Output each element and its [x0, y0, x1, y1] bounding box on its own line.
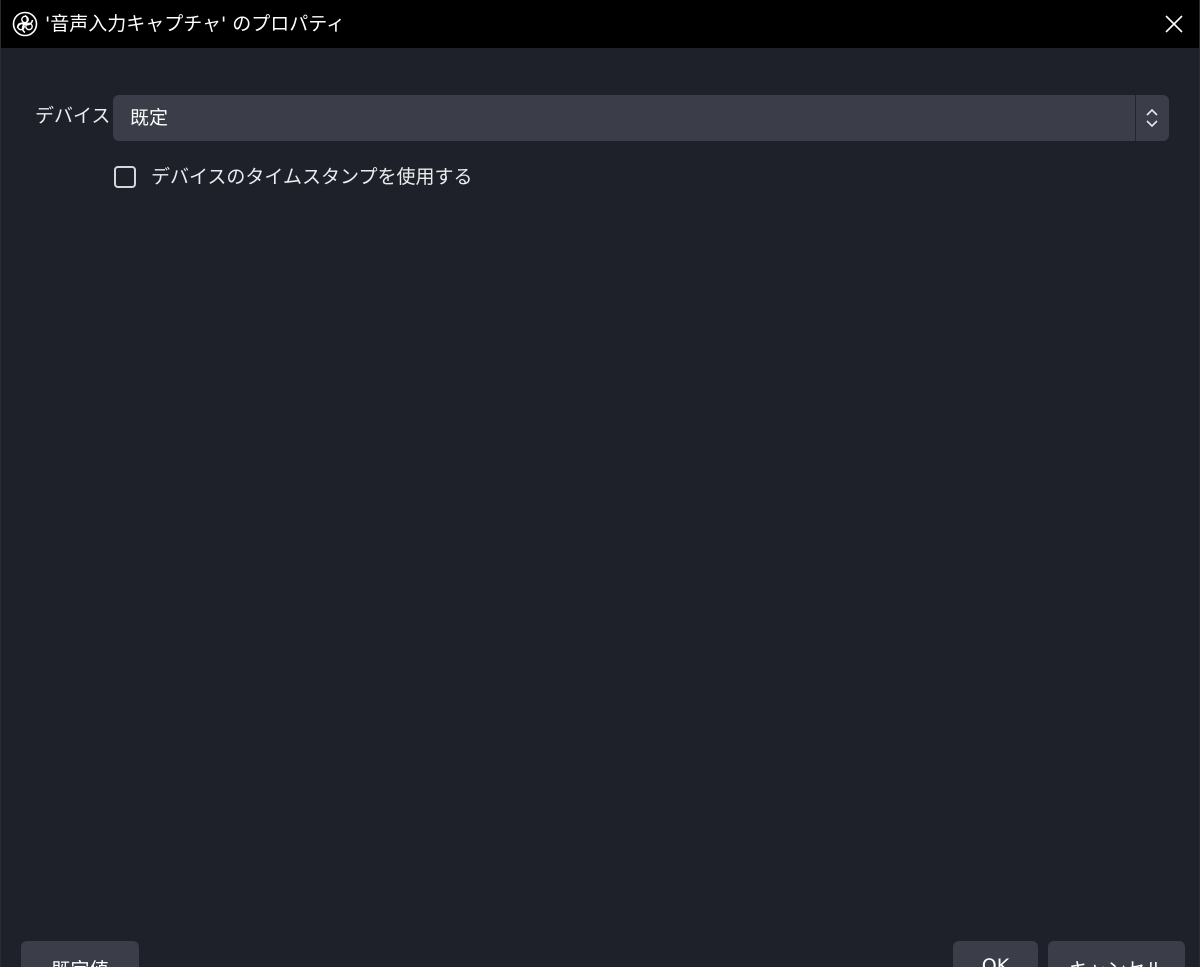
device-select[interactable]: 既定	[113, 95, 1169, 141]
close-icon	[1165, 15, 1183, 33]
properties-dialog: '音声入力キャプチャ' のプロパティ デバイス 既定 デバイスのタイムスタンプを…	[0, 0, 1200, 967]
timestamp-checkbox-label: デバイスのタイムスタンプを使用する	[151, 166, 473, 188]
select-divider	[1135, 95, 1136, 141]
ok-button[interactable]: OK	[953, 941, 1038, 967]
chevron-up-down-icon	[1146, 108, 1158, 128]
obs-logo-icon	[12, 11, 38, 37]
window-title: '音声入力キャプチャ' のプロパティ	[45, 13, 346, 35]
timestamp-checkbox[interactable]	[114, 166, 136, 188]
close-button[interactable]	[1147, 0, 1199, 48]
defaults-button[interactable]: 既定値	[21, 941, 139, 967]
timestamp-checkbox-row[interactable]: デバイスのタイムスタンプを使用する	[114, 162, 472, 192]
title-bar: '音声入力キャプチャ' のプロパティ	[1, 0, 1199, 48]
device-label: デバイス	[35, 105, 111, 127]
device-select-value: 既定	[130, 107, 169, 129]
cancel-button[interactable]: キャンセル	[1048, 941, 1185, 967]
